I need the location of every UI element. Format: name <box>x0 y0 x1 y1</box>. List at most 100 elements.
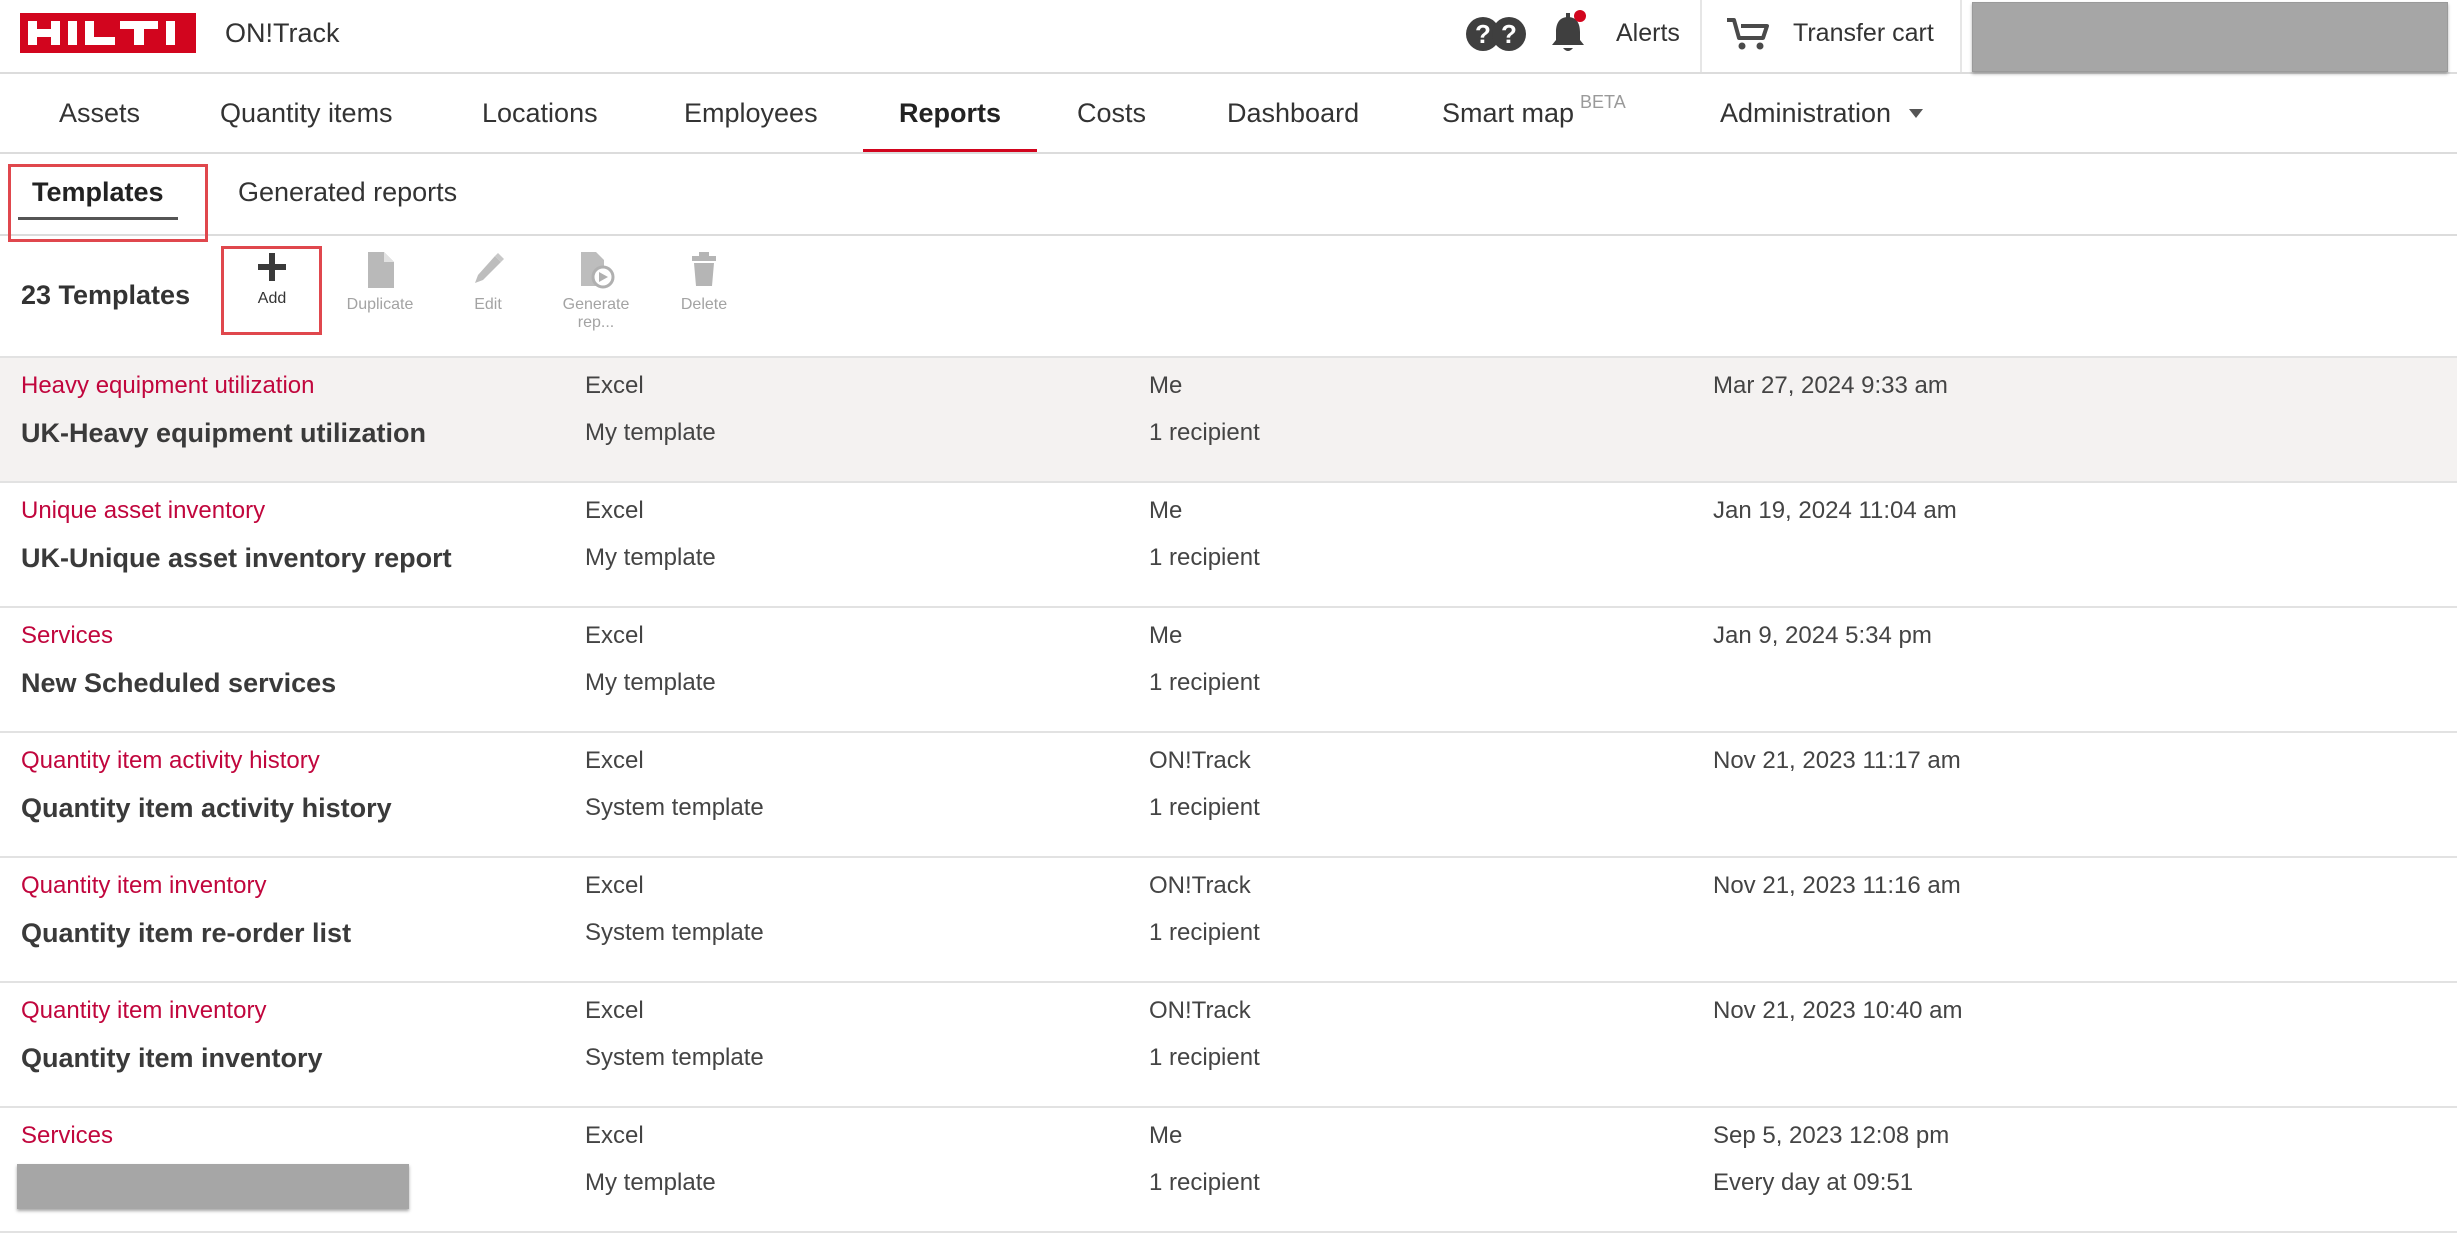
generate-label: Generate rep... <box>541 296 651 332</box>
template-kind: System template <box>585 919 764 946</box>
top-header: ON!Track ? ? Alerts Transfer cart <box>0 0 2457 74</box>
nav-administration[interactable]: Administration <box>1720 74 1924 152</box>
edit-label: Edit <box>474 296 502 313</box>
tab-generated-reports[interactable]: Generated reports <box>238 152 457 234</box>
nav-smart-map[interactable]: Smart map BETA <box>1442 74 1626 152</box>
help-icon[interactable]: ? ? <box>1465 14 1527 54</box>
template-owner: ON!Track <box>1149 997 1251 1024</box>
template-name: Quantity item activity history <box>21 793 392 823</box>
nav-locations[interactable]: Locations <box>482 74 598 152</box>
template-type-link[interactable]: Unique asset inventory <box>21 497 265 525</box>
svg-text:?: ? <box>1475 19 1491 49</box>
delete-label: Delete <box>680 296 728 313</box>
document-icon <box>368 252 394 288</box>
app-name: ON!Track <box>225 18 340 48</box>
edit-button[interactable]: Edit <box>433 250 543 314</box>
duplicate-button[interactable]: Duplicate <box>325 250 435 314</box>
template-format: Excel <box>585 622 644 649</box>
table-row[interactable]: Services New Scheduled services Excel My… <box>0 606 2457 731</box>
generate-report-icon <box>581 252 615 289</box>
template-owner: Me <box>1149 1122 1183 1149</box>
table-row[interactable]: Quantity item activity history Quantity … <box>0 731 2457 856</box>
template-recipients: 1 recipient <box>1149 669 1260 696</box>
beta-badge: BETA <box>1580 92 1626 112</box>
bell-icon[interactable] <box>1548 10 1588 56</box>
template-format: Excel <box>585 747 644 774</box>
template-format: Excel <box>585 872 644 899</box>
template-count: 23 Templates <box>21 280 191 310</box>
generate-label-line2: rep... <box>577 314 615 331</box>
template-name: UK-Heavy equipment utilization <box>21 418 427 448</box>
template-format: Excel <box>585 1122 644 1149</box>
highlight-box-templates <box>8 164 208 242</box>
nav-costs[interactable]: Costs <box>1077 74 1146 152</box>
template-name: Quantity item inventory <box>21 1043 323 1073</box>
template-type-link[interactable]: Heavy equipment utilization <box>21 372 315 400</box>
template-format: Excel <box>585 497 644 524</box>
trash-icon <box>692 252 716 286</box>
template-date: Nov 21, 2023 11:16 am <box>1713 872 1961 899</box>
duplicate-label: Duplicate <box>346 296 414 313</box>
template-type-link[interactable]: Quantity item inventory <box>21 997 266 1025</box>
template-recipients: 1 recipient <box>1149 419 1260 446</box>
template-type-link[interactable]: Quantity item inventory <box>21 872 266 900</box>
template-name: New Scheduled services <box>21 668 337 698</box>
nav-assets[interactable]: Assets <box>59 74 140 152</box>
cart-icon[interactable] <box>1725 16 1771 52</box>
template-kind: System template <box>585 1044 764 1071</box>
template-type-link[interactable]: Services <box>21 622 113 650</box>
template-name: Quantity item re-order list <box>21 918 352 948</box>
template-kind: System template <box>585 794 764 821</box>
template-kind: My template <box>585 1169 716 1196</box>
template-format: Excel <box>585 372 644 399</box>
nav-smart-map-label: Smart map <box>1442 98 1575 128</box>
table-row[interactable]: Services Excel My template Me 1 recipien… <box>0 1106 2457 1233</box>
template-recipients: 1 recipient <box>1149 1169 1260 1196</box>
nav-reports[interactable]: Reports <box>862 74 1038 152</box>
template-recipients: 1 recipient <box>1149 794 1260 821</box>
transfer-cart-label[interactable]: Transfer cart <box>1793 19 1934 48</box>
template-schedule: Every day at 09:51 <box>1713 1169 1914 1196</box>
template-owner: Me <box>1149 622 1183 649</box>
template-type-link[interactable]: Services <box>21 1122 113 1150</box>
template-recipients: 1 recipient <box>1149 1044 1260 1071</box>
nav-administration-label: Administration <box>1720 98 1892 128</box>
nav-employees[interactable]: Employees <box>684 74 818 152</box>
hilti-logo[interactable] <box>20 13 196 53</box>
generate-report-button[interactable]: Generate rep... <box>541 250 651 332</box>
user-account-menu[interactable] <box>1972 2 2448 72</box>
template-kind: My template <box>585 669 716 696</box>
alerts-label[interactable]: Alerts <box>1616 19 1680 48</box>
template-format: Excel <box>585 997 644 1024</box>
pencil-icon <box>475 253 504 283</box>
header-divider <box>1700 0 1702 72</box>
nav-dashboard[interactable]: Dashboard <box>1227 74 1359 152</box>
template-kind: My template <box>585 419 716 446</box>
template-owner: ON!Track <box>1149 747 1251 774</box>
table-row[interactable]: Quantity item inventory Quantity item in… <box>0 981 2457 1106</box>
template-date: Sep 5, 2023 12:08 pm <box>1713 1122 1950 1149</box>
table-row[interactable]: Unique asset inventory UK-Unique asset i… <box>0 481 2457 606</box>
templates-list: Heavy equipment utilization UK-Heavy equ… <box>0 356 2457 1233</box>
redacted-template-name <box>17 1164 409 1209</box>
template-date: Nov 21, 2023 10:40 am <box>1713 997 1963 1024</box>
nav-quantity-items[interactable]: Quantity items <box>220 74 393 152</box>
hilti-logo-wordmark <box>28 21 175 45</box>
table-row[interactable]: Heavy equipment utilization UK-Heavy equ… <box>0 356 2457 481</box>
template-type-link[interactable]: Quantity item activity history <box>21 747 320 775</box>
main-nav: Assets Quantity items Locations Employee… <box>0 74 2457 154</box>
template-recipients: 1 recipient <box>1149 544 1260 571</box>
header-divider <box>1960 0 1962 72</box>
table-row[interactable]: Quantity item inventory Quantity item re… <box>0 856 2457 981</box>
template-name: UK-Unique asset inventory report <box>21 543 452 573</box>
template-date: Jan 9, 2024 5:34 pm <box>1713 622 1932 649</box>
report-subtabs: Templates Generated reports <box>0 152 2457 236</box>
template-recipients: 1 recipient <box>1149 919 1260 946</box>
delete-button[interactable]: Delete <box>649 250 759 314</box>
template-owner: Me <box>1149 372 1183 399</box>
templates-toolbar: 23 Templates Add Duplicate Edit Generate… <box>0 236 2457 356</box>
template-owner: ON!Track <box>1149 872 1251 899</box>
template-date: Nov 21, 2023 11:17 am <box>1713 747 1961 774</box>
alert-indicator-dot <box>1574 10 1586 22</box>
template-date: Jan 19, 2024 11:04 am <box>1713 497 1957 524</box>
